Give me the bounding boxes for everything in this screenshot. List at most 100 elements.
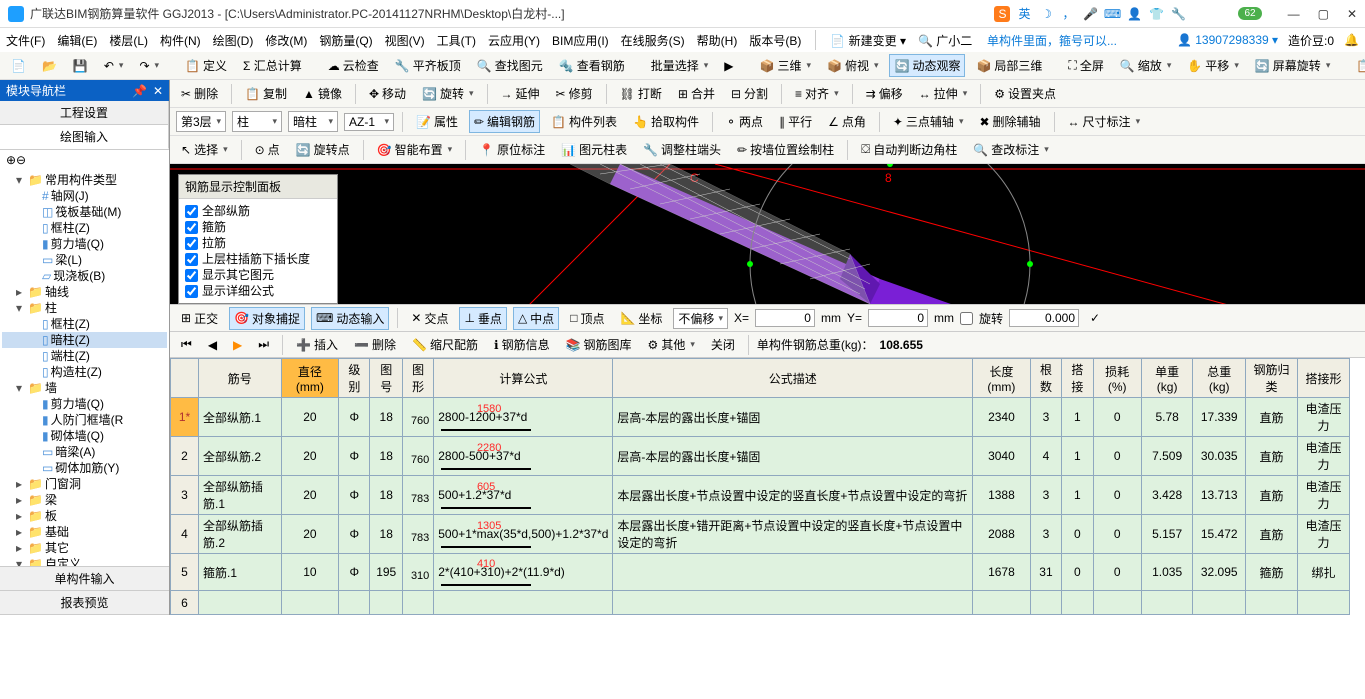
mirror-button[interactable]: ▲ 镜像 (298, 82, 347, 105)
move-button[interactable]: ✥ 移动 (364, 82, 411, 105)
tree-item[interactable]: ▮剪力墙(Q) (2, 236, 167, 252)
pin-icon[interactable]: 📌 (132, 84, 147, 98)
keyboard-icon[interactable]: ⌨ (1104, 6, 1120, 22)
extend-button[interactable]: → 延伸 (496, 82, 545, 105)
tree-item[interactable]: ▾📁常用构件类型 (2, 172, 167, 188)
new-change-button[interactable]: 📄 新建变更 ▾ (830, 32, 906, 49)
column-header[interactable]: 长度(mm) (973, 359, 1031, 398)
next-icon[interactable]: ▶ (719, 56, 738, 76)
component-list-button[interactable]: 📋 构件列表 (546, 110, 622, 133)
rebar-display-panel[interactable]: 钢筋显示控制面板 全部纵筋 箍筋 拉筋 上层柱插筋下插长度 显示其它图元 显示详… (178, 174, 338, 304)
tree-item[interactable]: ▾📁墙 (2, 380, 167, 396)
offset-combo[interactable]: 不偏移 (673, 308, 728, 329)
menu-help[interactable]: 帮助(H) (697, 32, 738, 49)
component-tree[interactable]: ▾📁常用构件类型#轴网(J)◫筏板基础(M)▯框柱(Z)▮剪力墙(Q)▭梁(L)… (0, 170, 169, 566)
display-option[interactable]: 显示其它图元 (185, 267, 331, 283)
cloud-check-button[interactable]: ☁ 云检查 (323, 54, 384, 77)
tree-item[interactable]: ▮人防门框墙(R (2, 412, 167, 428)
tab-project-settings[interactable]: 工程设置 (0, 101, 169, 124)
tab-draw-input[interactable]: 绘图输入 (0, 125, 169, 149)
floor-combo[interactable]: 第3层 (176, 111, 226, 132)
snap-toggle[interactable]: 🎯 对象捕捉 (229, 307, 305, 330)
table-row[interactable]: 3全部纵筋插筋.120Φ18783605500+1.2*37*d本层露出长度+节… (171, 476, 1350, 515)
column-header[interactable]: 单重(kg) (1141, 359, 1193, 398)
undo-icon[interactable]: ↶ (99, 56, 129, 76)
x-input[interactable] (755, 309, 815, 327)
tree-item[interactable]: ▯暗柱(Z) (2, 332, 167, 348)
user-phone[interactable]: 👤 13907298339 ▾ (1177, 33, 1278, 47)
display-option[interactable]: 显示详细公式 (185, 283, 331, 299)
topview-button[interactable]: 📦 俯视 (822, 54, 884, 77)
column-header[interactable]: 搭接形 (1297, 359, 1349, 398)
align-button[interactable]: ≡ 对齐 (790, 82, 844, 105)
dynamic-view-button[interactable]: 🔄 动态观察 (889, 54, 965, 77)
tree-item[interactable]: #轴网(J) (2, 188, 167, 204)
fullscreen-button[interactable]: ⛶ 全屏 (1063, 54, 1108, 77)
angle-button[interactable]: ∠ 点角 (823, 110, 871, 133)
local3d-button[interactable]: 📦 局部三维 (971, 54, 1047, 77)
minimize-button[interactable]: — (1288, 7, 1300, 21)
tree-item[interactable]: ◫筏板基础(M) (2, 204, 167, 220)
insert-row-button[interactable]: ➕ 插入 (291, 333, 343, 356)
rebar-info-button[interactable]: ℹ 钢筋信息 (489, 333, 555, 356)
menu-online[interactable]: 在线服务(S) (621, 32, 685, 49)
column-header[interactable]: 图形 (402, 359, 433, 398)
apply-icon[interactable]: ✓ (1085, 308, 1105, 328)
coord-snap[interactable]: 📐 坐标 (615, 307, 667, 330)
tree-item[interactable]: ▯端柱(Z) (2, 348, 167, 364)
ortho-toggle[interactable]: ⊞ 正交 (176, 307, 223, 330)
tree-item[interactable]: ▸📁其它 (2, 540, 167, 556)
tree-item[interactable]: ▯构造柱(Z) (2, 364, 167, 380)
hint-link[interactable]: 单构件里面，箍号可以... (987, 32, 1117, 49)
mic-icon[interactable]: 🎤 (1082, 6, 1098, 22)
menu-rebar[interactable]: 钢筋量(Q) (319, 32, 372, 49)
tree-item[interactable]: ▸📁基础 (2, 524, 167, 540)
offset-button[interactable]: ⇉ 偏移 (861, 82, 908, 105)
ime-badge[interactable]: S (994, 6, 1010, 22)
define-button[interactable]: 📋 定义 (180, 54, 232, 77)
subcategory-combo[interactable]: 暗柱 (288, 111, 338, 132)
bell-icon[interactable]: 🔔 (1344, 33, 1359, 47)
display-option[interactable]: 箍筋 (185, 219, 331, 235)
component-name-combo[interactable]: AZ-1 (344, 113, 394, 131)
display-option[interactable]: 全部纵筋 (185, 203, 331, 219)
delete-button[interactable]: ✂ 删除 (176, 82, 223, 105)
grip-button[interactable]: ⚙ 设置夹点 (989, 82, 1061, 105)
del-aux-button[interactable]: ✖ 删除辅轴 (974, 110, 1045, 133)
save-icon[interactable]: 💾 (68, 56, 93, 76)
tree-item[interactable]: ▸📁梁 (2, 492, 167, 508)
comma-icon[interactable]: ， (1060, 6, 1076, 22)
flat-top-button[interactable]: 🔧 平齐板顶 (390, 54, 466, 77)
table-row[interactable]: 4全部纵筋插筋.220Φ187831305500+1*max(35*d,500)… (171, 515, 1350, 554)
rotate-point-button[interactable]: 🔄 旋转点 (291, 138, 355, 161)
two-point-button[interactable]: ⚬ 两点 (721, 110, 768, 133)
dyn-input-toggle[interactable]: ⌨ 动态输入 (311, 307, 389, 330)
adjust-end-button[interactable]: 🔧 调整柱端头 (638, 138, 726, 161)
pick-button[interactable]: 👆 拾取构件 (628, 110, 704, 133)
menu-floor[interactable]: 楼层(L) (109, 32, 148, 49)
rebar-grid-wrap[interactable]: 筋号直径(mm)级别图号图形计算公式公式描述长度(mm)根数搭接损耗(%)单重(… (170, 358, 1365, 615)
tab-single-input[interactable]: 单构件输入 (0, 567, 169, 591)
rotate-input[interactable] (1009, 309, 1079, 327)
tree-item[interactable]: ▱现浇板(B) (2, 268, 167, 284)
last-icon[interactable]: ⏭ (253, 334, 274, 355)
merge-button[interactable]: ⊞ 合并 (673, 82, 720, 105)
person-icon[interactable]: 👤 (1126, 6, 1142, 22)
column-header[interactable]: 总重(kg) (1193, 359, 1246, 398)
y-input[interactable] (868, 309, 928, 327)
batch-select-button[interactable]: 批量选择 (646, 54, 714, 77)
rotate-button[interactable]: 🔄 旋转 (417, 82, 479, 105)
menu-file[interactable]: 文件(F) (6, 32, 45, 49)
menu-edit[interactable]: 编辑(E) (57, 32, 97, 49)
attribute-button[interactable]: 📝 属性 (411, 110, 463, 133)
new-icon[interactable]: 📄 (6, 56, 31, 76)
menu-bim[interactable]: BIM应用(I) (552, 32, 609, 49)
close-button[interactable]: ✕ (1347, 7, 1357, 21)
tree-item[interactable]: ▾📁自定义 (2, 556, 167, 566)
rebar-grid[interactable]: 筋号直径(mm)级别图号图形计算公式公式描述长度(mm)根数搭接损耗(%)单重(… (170, 358, 1350, 615)
ime-lang[interactable]: 英 (1016, 6, 1032, 22)
table-row[interactable]: 5箍筋.110Φ1953104102*(410+310)+2*(11.9*d)1… (171, 554, 1350, 591)
stretch-button[interactable]: ↔ 拉伸 (914, 82, 973, 105)
pan-button[interactable]: ✋ 平移 (1182, 54, 1244, 77)
column-header[interactable]: 筋号 (199, 359, 282, 398)
